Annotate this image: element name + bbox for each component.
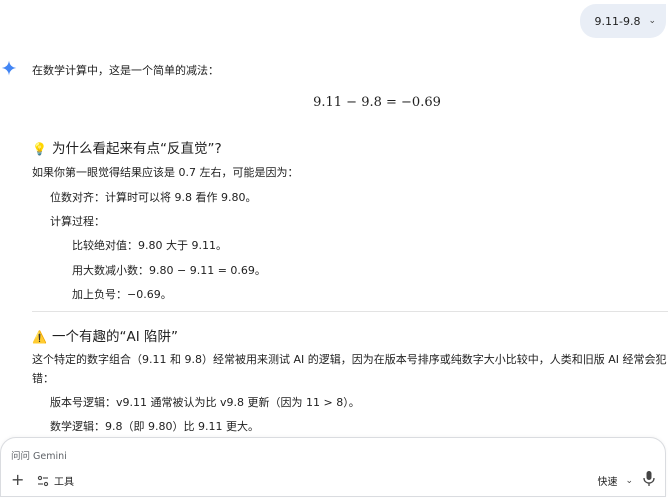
section1-item-process: 计算过程： bbox=[50, 215, 105, 228]
section2-lead-line2: 错： bbox=[32, 372, 54, 385]
plus-icon[interactable]: + bbox=[11, 472, 24, 488]
section1-lead: 如果你第一眼觉得结果应该是 0.7 左右，可能是因为： bbox=[32, 166, 299, 179]
user-query-text: 9.11-9.8 bbox=[594, 14, 641, 28]
section2-lead-line1: 这个特定的数字组合（9.11 和 9.8）经常被用来测试 AI 的逻辑，因为在版… bbox=[32, 353, 667, 366]
gemini-star-icon bbox=[1, 60, 17, 76]
section1-heading: 💡 为什么看起来有点“反直觉”? bbox=[32, 140, 222, 158]
intro-text: 在数学计算中，这是一个简单的减法： bbox=[32, 64, 219, 77]
section1-sub-subtract: 用大数减小数：9.80 − 9.11 = 0.69。 bbox=[72, 264, 266, 277]
warning-icon: ⚠️ bbox=[32, 330, 47, 344]
formula: 9.11 − 9.8 = −0.69 bbox=[313, 95, 441, 110]
prompt-input[interactable]: 问问 Gemini bbox=[11, 448, 67, 462]
tools-label: 工具 bbox=[54, 477, 74, 488]
chevron-down-icon: ⌄ bbox=[625, 475, 633, 486]
tools-button[interactable]: 工具 bbox=[37, 473, 74, 488]
section2-item-math: 数学逻辑：9.8（即 9.80）比 9.11 更大。 bbox=[50, 420, 259, 433]
section1-item-align: 位数对齐：计算时可以将 9.8 看作 9.80。 bbox=[50, 191, 257, 204]
chevron-down-icon[interactable]: ⌄ bbox=[648, 16, 656, 26]
mic-icon[interactable] bbox=[641, 470, 657, 488]
section1-sub-compare: 比较绝对值：9.80 大于 9.11。 bbox=[72, 239, 227, 252]
tools-icon bbox=[37, 475, 49, 486]
section1-title: 为什么看起来有点“反直觉”? bbox=[52, 141, 222, 157]
speed-label: 快速 bbox=[597, 477, 618, 488]
lightbulb-icon: 💡 bbox=[32, 142, 47, 156]
section1-sub-sign: 加上负号：−0.69。 bbox=[72, 288, 172, 301]
model-speed-selector[interactable]: 快速 ⌄ bbox=[597, 473, 633, 489]
section2-item-version: 版本号逻辑：v9.11 通常被认为比 v9.8 更新（因为 11 > 8）。 bbox=[50, 396, 360, 409]
prompt-composer[interactable]: 问问 Gemini + 工具 快速 ⌄ bbox=[0, 437, 666, 497]
gemini-chat-page: 9.11-9.8 ⌄ 在数学计算中，这是一个简单的减法： 9.11 − 9.8 … bbox=[0, 0, 670, 500]
section-divider bbox=[32, 311, 668, 312]
section2-title: 一个有趣的“AI 陷阱” bbox=[52, 329, 178, 345]
section2-heading: ⚠️ 一个有趣的“AI 陷阱” bbox=[32, 328, 178, 346]
user-query-chip[interactable]: 9.11-9.8 ⌄ bbox=[580, 4, 666, 38]
